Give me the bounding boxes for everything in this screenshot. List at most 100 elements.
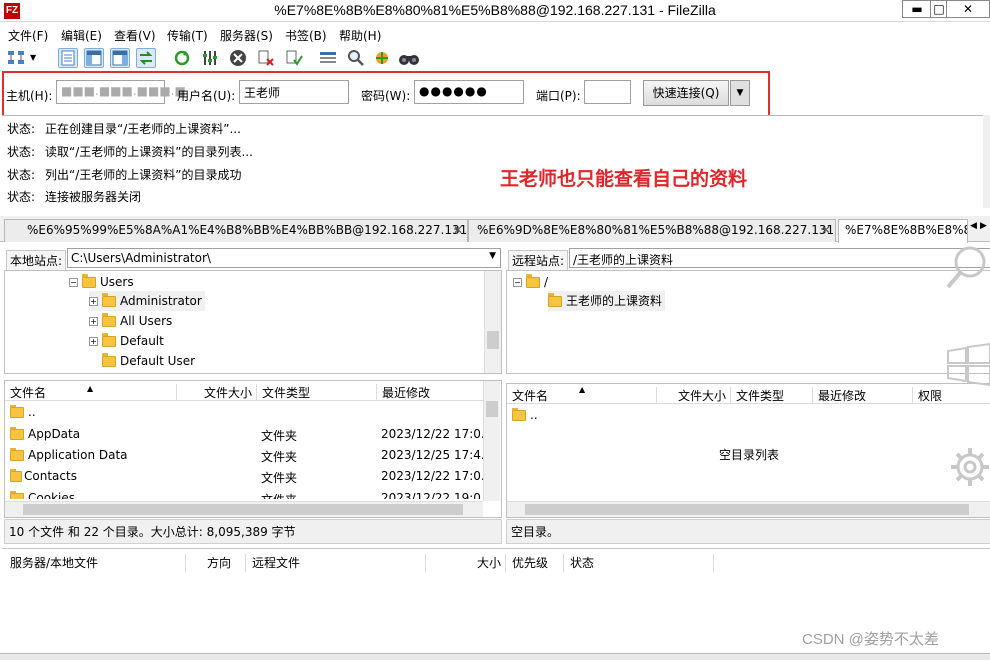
menu-bar: 文件(F) 编辑(E) 查看(V) 传输(T) 服务器(S) 书签(B) 帮助(… [0,24,990,44]
site-manager-icon[interactable] [6,48,26,68]
tab-scroll-right-icon[interactable]: ▶ [980,221,987,231]
col-filesize[interactable]: 文件大小 [657,387,731,403]
folder-icon [82,274,96,288]
close-icon[interactable]: ✕ [821,223,831,237]
remote-path-bar: 远程站点: /王老师的上课资料 [506,246,990,271]
quickconnect-button[interactable]: 快速连接(Q) [643,80,729,106]
host-input[interactable]: ■■■.■■■.■■■.■ [56,80,186,104]
password-input[interactable]: ●●●●●● [414,80,524,104]
sort-arrow-icon: ▲ [579,385,586,394]
tree-item[interactable]: 王老师的上课资料 [548,291,666,311]
local-list-hscrollbar[interactable] [5,501,483,517]
chevron-down-icon[interactable]: ▼ [489,251,496,261]
queue-col-server-local[interactable]: 服务器/本地文件 [4,554,186,572]
queue-col-remote-file[interactable]: 远程文件 [246,554,426,572]
menu-help[interactable]: 帮助(H) [339,27,381,44]
file-row[interactable]: Application Data 文件夹 2023/12/25 17:4... [5,445,492,466]
remote-status: 空目录。 [506,519,990,544]
queue-col-priority[interactable]: 优先级 [506,554,564,572]
cancel-icon[interactable] [228,48,248,68]
toggle-queue-icon[interactable] [136,48,156,68]
contacts-folder-icon [10,469,22,482]
menu-transfer[interactable]: 传输(T) [167,27,208,44]
tree-item[interactable]: − / [513,272,548,292]
local-site-label: 本地站点: [6,250,67,271]
port-input[interactable] [584,80,631,104]
local-dir-tree: − Users + Administrator + All Users + Defaul… [4,270,502,374]
tab-scroll-left-icon[interactable]: ◀ [970,221,977,231]
menu-bookmarks[interactable]: 书签(B) [285,27,327,44]
file-row[interactable]: Cookies 文件夹 2023/12/22 19:0... [5,487,483,499]
menu-edit[interactable]: 编辑(E) [61,27,102,44]
remote-list-hscrollbar[interactable] [507,501,990,517]
sync-browse-icon[interactable] [372,48,392,68]
folder-icon [102,313,116,327]
magnifier-icon [946,246,986,289]
windows-logo-icon [947,343,990,387]
folder-icon [10,405,24,418]
local-list-vscrollbar[interactable] [483,381,500,501]
close-button[interactable]: ✕ [946,0,990,18]
username-input[interactable]: 王老师 [239,80,349,104]
process-queue-icon[interactable] [200,48,220,68]
dropdown-icon[interactable]: ▼ [30,48,42,68]
col-modified[interactable]: 最近修改 [813,387,913,403]
local-path-input[interactable]: C:\Users\Administrator\ ▼ [67,248,501,268]
col-filesize[interactable]: 文件大小 [177,384,257,400]
folder-icon [10,427,24,440]
tab-server-1[interactable]: %E6%95%99%E5%8A%A1%E4%B8%BB%E4%BB%BB@192… [4,219,468,242]
disconnect-icon[interactable] [256,48,276,68]
compare-icon[interactable] [346,48,366,68]
tree-item[interactable]: + All Users [89,311,172,331]
quickconnect-dropdown-button[interactable]: ▼ [730,80,750,106]
minimize-button[interactable]: ▬ [902,0,932,18]
tab-server-2[interactable]: %E6%9D%8E%E8%80%81%E5%B8%88@192.168.227.… [468,219,836,242]
file-row[interactable]: .. [507,405,987,426]
filter-icon[interactable] [318,48,338,68]
menu-server[interactable]: 服务器(S) [220,27,273,44]
queue-col-status[interactable]: 状态 [564,554,714,572]
tree-item[interactable]: + Administrator [89,291,205,311]
queue-col-size[interactable]: 大小 [426,554,506,572]
log-scrollbar[interactable] [983,115,990,208]
tree-item[interactable]: + Default [89,331,164,351]
log-line: 状态: 列出“/王老师的上课资料”的目录成功 [7,168,242,182]
menu-file[interactable]: 文件(F) [8,27,48,44]
local-path-bar: 本地站点: C:\Users\Administrator\ ▼ [4,246,502,271]
col-permissions[interactable]: 权限 [913,387,990,403]
title-bar: FZ %E7%8E%8B%E8%80%81%E5%B8%88@192.168.2… [0,0,990,22]
file-row[interactable]: Contacts 文件夹 2023/12/22 17:0... [5,466,492,487]
tree-item[interactable]: Default User [102,351,195,371]
menu-view[interactable]: 查看(V) [114,27,156,44]
toggle-local-tree-icon[interactable] [84,48,104,68]
log-line: 状态: 正在创建目录“/王老师的上课资料”... [7,122,241,136]
tab-server-3[interactable]: %E7%8E%8B%E8%80%81%E5%B8%88@192.168.227.… [838,219,968,243]
folder-icon [548,293,562,307]
col-filetype[interactable]: 文件类型 [731,387,813,403]
remote-path-input[interactable]: /王老师的上课资料 [569,248,990,268]
close-icon[interactable]: ✕ [453,223,463,237]
toolbar: ▼ [0,44,990,72]
tree-item[interactable]: − Users [69,272,134,292]
col-filetype[interactable]: 文件类型 [257,384,377,400]
tab-bar: %E6%95%99%E5%8A%A1%E4%B8%BB%E4%BB%BB@192… [0,216,990,243]
file-row[interactable]: .. [5,402,483,423]
watermark-text: CSDN @姿势不太差 [802,631,939,648]
local-tree-scrollbar[interactable] [484,271,501,373]
toggle-log-icon[interactable] [58,48,78,68]
folder-icon [512,408,526,421]
toggle-remote-tree-icon[interactable] [110,48,130,68]
file-row[interactable]: AppData 文件夹 2023/12/22 17:0... [5,424,492,445]
remote-list-header: 文件名 ▲ 文件大小 文件类型 最近修改 权限 [507,384,990,404]
user-folder-icon [102,293,116,307]
log-line: 状态: 连接被服务器关闭 [7,190,142,204]
queue-col-direction[interactable]: 方向 [186,554,246,572]
col-modified[interactable]: 最近修改 [377,384,483,400]
remote-file-list: 文件名 ▲ 文件大小 文件类型 最近修改 权限 .. 空目录列表 [506,383,990,518]
refresh-icon[interactable] [172,48,192,68]
reconnect-icon[interactable] [284,48,304,68]
local-file-list: 文件名 ▲ 文件大小 文件类型 最近修改 .. AppData 文件夹 2023… [4,380,502,518]
queue-tab-bar[interactable] [0,653,990,660]
remote-dir-tree: − / 王老师的上课资料 [506,270,990,374]
search-icon[interactable] [398,48,419,68]
